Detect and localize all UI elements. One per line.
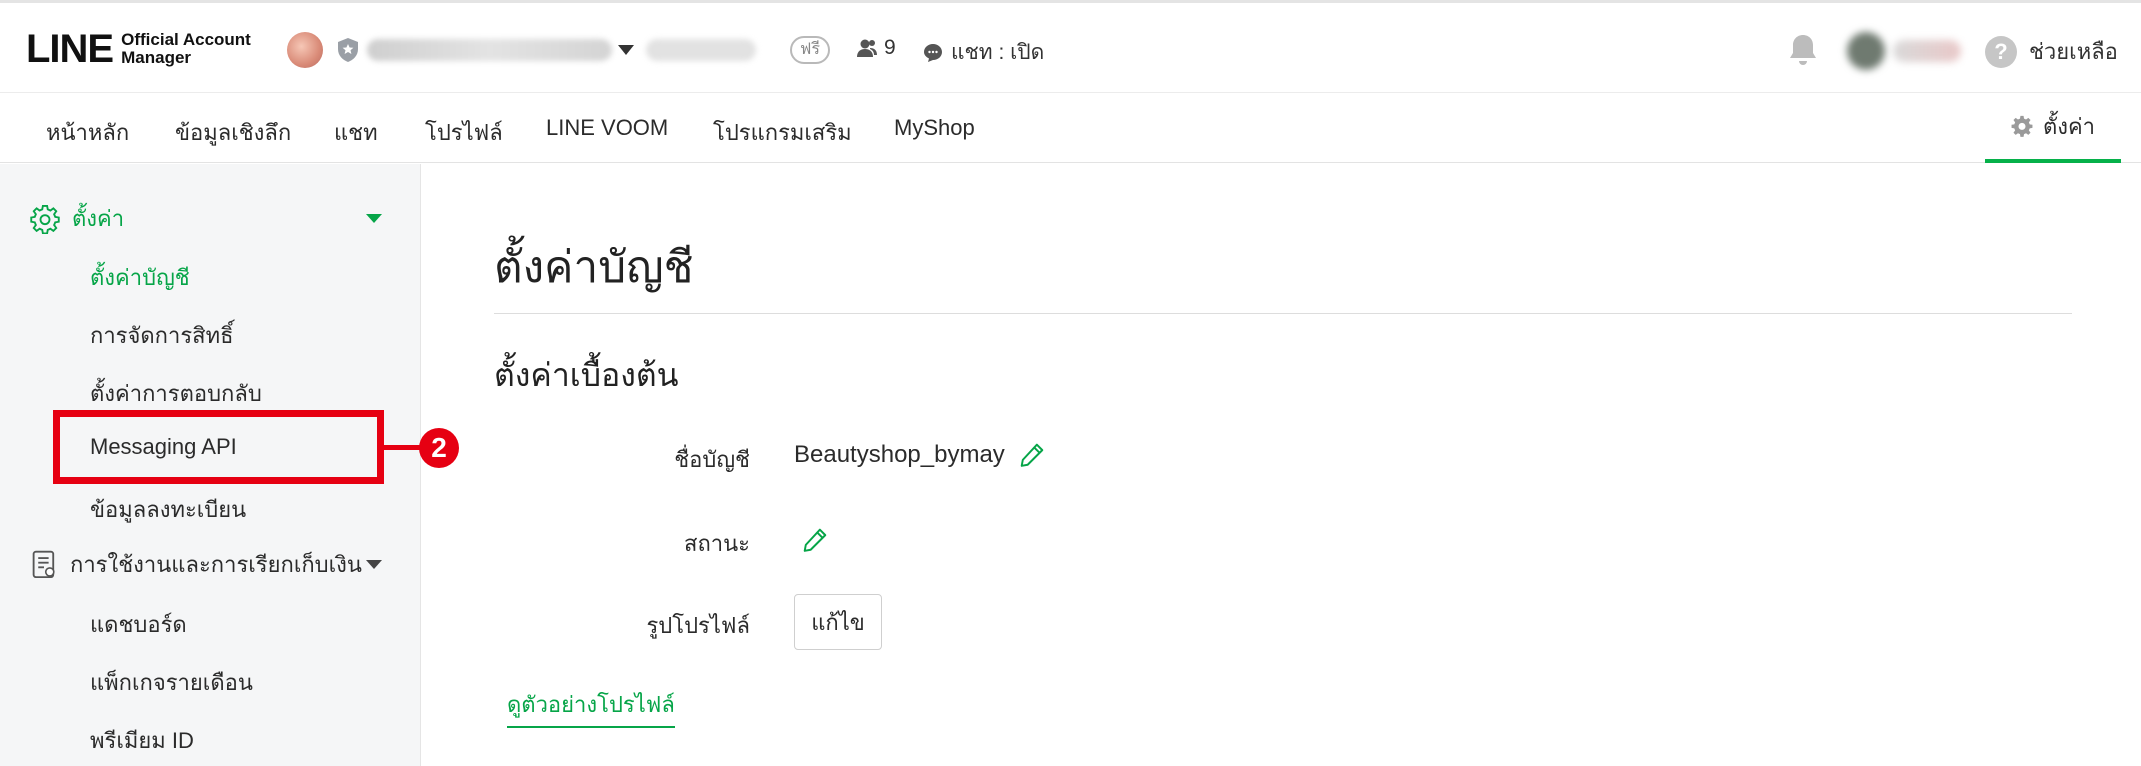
chat-status[interactable]: แชท : เปิด: [923, 36, 1044, 69]
account-id-blurred: [646, 39, 756, 61]
nav-chat[interactable]: แชท: [334, 115, 378, 150]
nav-settings-label: ตั้งค่า: [2042, 113, 2096, 139]
account-avatar[interactable]: [287, 32, 323, 68]
section-title: ตั้งค่าเบื้องต้น: [494, 357, 679, 393]
plan-badge: ฟรี: [790, 36, 830, 64]
annotation-connector: [384, 445, 420, 450]
nav-myshop[interactable]: MyShop: [894, 115, 975, 141]
help-link[interactable]: ? ช่วยเหลือ: [1985, 34, 2118, 69]
nav-profile[interactable]: โปรไฟล์: [425, 115, 503, 150]
sidebar-item-account-settings[interactable]: ตั้งค่าบัญชี: [90, 260, 190, 295]
sidebar-item-registration-info[interactable]: ข้อมูลลงทะเบียน: [90, 492, 246, 527]
sidebar-group-settings[interactable]: ตั้งค่า: [30, 201, 124, 236]
preview-profile-link[interactable]: ดูตัวอย่างโปรไฟล์: [507, 687, 675, 728]
user-avatar: [1847, 32, 1885, 70]
logo-line-text: LINE: [26, 27, 114, 71]
pencil-icon[interactable]: [1019, 442, 1045, 468]
friends-count[interactable]: 9: [856, 36, 896, 60]
bell-icon[interactable]: [1788, 33, 1818, 67]
status-label: สถานะ: [684, 531, 750, 556]
sidebar-item-response-settings[interactable]: ตั้งค่าการตอบกลับ: [90, 376, 262, 411]
chat-status-text: แชท : เปิด: [951, 41, 1045, 64]
account-switcher-chevron-down-icon[interactable]: [618, 45, 634, 55]
account-name-value: Beautyshop_bymay: [794, 441, 1005, 468]
receipt-icon: [32, 550, 55, 578]
main-nav: หน้าหลัก ข้อมูลเชิงลึก แชท โปรไฟล์ LINE …: [0, 93, 2141, 163]
sidebar-group-settings-label: ตั้งค่า: [72, 206, 125, 231]
sidebar-item-premium-id[interactable]: พรีเมียม ID: [90, 723, 194, 758]
page-title: ตั้งค่าบัญชี: [494, 243, 694, 292]
nav-home[interactable]: หน้าหลัก: [46, 115, 129, 150]
logo-subtitle: Official Account Manager: [121, 31, 251, 67]
top-header: LINE Official Account Manager ฟรี 9 แชท …: [0, 0, 2141, 93]
nav-extensions[interactable]: โปรแกรมเสริม: [713, 115, 852, 150]
logo-subtitle-line1: Official Account: [121, 30, 251, 49]
edit-profile-image-button[interactable]: แก้ไข: [794, 594, 882, 650]
sidebar-group-usage-label: การใช้งานและการเรียกเก็บเงิน: [70, 552, 362, 577]
account-name-label: ชื่อบัญชี: [674, 447, 750, 472]
sidebar-item-permissions[interactable]: การจัดการสิทธิ์: [90, 318, 234, 353]
friends-count-value: 9: [884, 36, 896, 59]
user-profile-blurred[interactable]: [1847, 32, 1965, 70]
gear-icon: [30, 204, 60, 234]
annotation-highlight-box: [53, 410, 384, 484]
nav-insights[interactable]: ข้อมูลเชิงลึก: [175, 115, 291, 150]
logo-subtitle-line2: Manager: [121, 48, 192, 67]
nav-line-voom[interactable]: LINE VOOM: [546, 115, 668, 141]
annotation-step-number: 2: [419, 428, 459, 468]
sidebar-group-usage-billing[interactable]: การใช้งานและการเรียกเก็บเงิน: [30, 547, 362, 582]
sidebar-item-dashboard[interactable]: แดชบอร์ด: [90, 607, 187, 642]
pencil-icon[interactable]: [802, 527, 828, 553]
friends-icon: [857, 39, 877, 57]
shield-icon: [338, 38, 358, 62]
profile-image-label: รูปโปรไฟล์: [646, 613, 750, 638]
chat-bubble-icon: [924, 43, 942, 62]
account-name-blurred[interactable]: [367, 39, 612, 61]
sidebar-item-monthly-plan[interactable]: แพ็กเกจรายเดือน: [90, 665, 253, 700]
question-icon: ?: [1985, 35, 2017, 68]
nav-settings-tab[interactable]: ตั้งค่า: [1985, 93, 2121, 163]
user-name-blurred: [1893, 40, 1961, 62]
chevron-down-icon[interactable]: [366, 214, 382, 223]
chevron-down-icon[interactable]: [366, 560, 382, 569]
title-divider: [494, 313, 2072, 314]
account-name-field: Beautyshop_bymay: [794, 441, 1045, 469]
help-label: ช่วยเหลือ: [2029, 39, 2118, 64]
gear-icon: [2011, 115, 2033, 137]
line-oa-logo[interactable]: LINE Official Account Manager: [26, 29, 251, 69]
